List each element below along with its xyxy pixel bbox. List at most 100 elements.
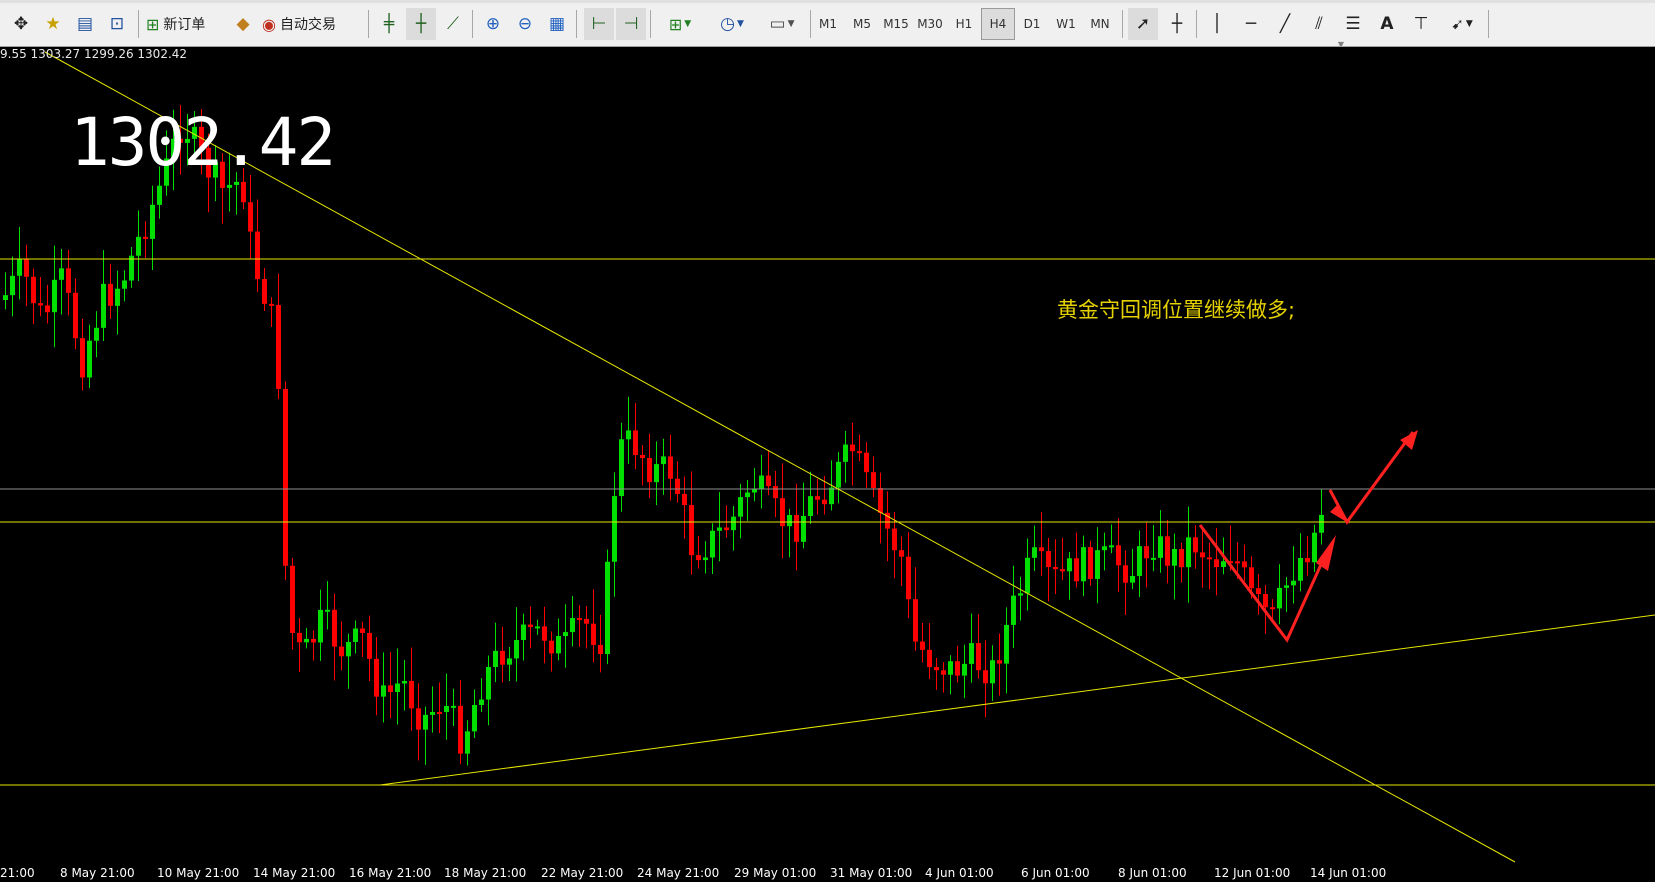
favorites-folder-icon[interactable]: ★ — [38, 8, 68, 40]
candle-body — [115, 288, 120, 306]
candle-body — [451, 705, 456, 708]
cursor-icon[interactable]: ➚ — [1128, 8, 1158, 40]
menu-strip — [0, 0, 1655, 3]
candle-body — [647, 458, 652, 483]
candle-body — [283, 388, 288, 566]
zoom-in-icon[interactable]: ⊕ — [478, 8, 508, 40]
text-icon[interactable]: A — [1372, 8, 1402, 40]
chart-shift-icon[interactable]: ⊣ — [616, 8, 646, 40]
crosshair-move-icon[interactable]: ✥ — [6, 8, 36, 40]
candle-body — [626, 430, 631, 440]
chart-annotation: 黄金守回调位置继续做多; — [1057, 298, 1296, 322]
candle-body — [1193, 537, 1198, 553]
candle-body — [1200, 552, 1205, 558]
zoom-out-icon[interactable]: ⊖ — [510, 8, 540, 40]
timeframe-m15[interactable]: M15 — [879, 8, 913, 40]
timeframe-h1[interactable]: H1 — [947, 8, 981, 40]
candle-body — [1165, 536, 1170, 566]
candle-body — [948, 661, 953, 675]
current-price: 1302.42 — [70, 104, 336, 181]
auto-trade-button[interactable]: ◉ 自动交易 — [262, 8, 340, 40]
candle-body — [332, 609, 337, 647]
candle-body — [101, 283, 106, 328]
candle-body — [857, 451, 862, 454]
time-axis-label: 4 Jun 01:00 — [925, 866, 994, 880]
candle-body — [682, 493, 687, 506]
candlestick-chart-icon[interactable]: ┼ — [406, 8, 436, 40]
candle-body — [24, 259, 29, 277]
candle-body — [423, 714, 428, 730]
trendline-icon[interactable]: ╱ — [1270, 8, 1300, 40]
separator — [1196, 10, 1197, 38]
candle-body — [66, 268, 71, 293]
new-order-icon: ⊞ — [146, 14, 160, 34]
candle-body — [1011, 595, 1016, 625]
candle-body — [143, 236, 148, 239]
candle-body — [10, 275, 15, 296]
templates-button[interactable]: ▭ ▼ — [762, 8, 802, 40]
candle-body — [1151, 557, 1156, 560]
candles — [3, 104, 1324, 766]
candle-body — [1046, 551, 1051, 567]
candle-body — [479, 699, 484, 705]
text-label-icon[interactable]: ⊤ — [1406, 8, 1436, 40]
tile-windows-icon[interactable]: ▦ — [542, 8, 572, 40]
arrows-button[interactable]: ➹ ▼ — [1442, 8, 1482, 40]
candle-body — [1004, 624, 1009, 664]
meta-editor-icon[interactable]: ◆ — [228, 8, 258, 40]
candle-body — [493, 650, 498, 668]
candle-body — [297, 632, 302, 643]
timeframe-m1[interactable]: M1 — [811, 8, 845, 40]
candle-body — [514, 640, 519, 659]
chevron-down-icon: ▼ — [1465, 19, 1473, 29]
new-order-label: 新订单 — [163, 17, 206, 33]
line-chart-icon[interactable]: ⟋ — [438, 8, 468, 40]
candle-body — [108, 283, 113, 306]
timeframe-h4[interactable]: H4 — [981, 8, 1015, 40]
candle-body — [1305, 558, 1310, 563]
candle-body — [927, 649, 932, 668]
candle-body — [248, 202, 253, 232]
candle-body — [1060, 569, 1065, 572]
candle-body — [528, 624, 533, 628]
data-window-icon[interactable]: ⊡ — [102, 8, 132, 40]
candle-body — [1137, 546, 1142, 576]
horizontal-line-icon[interactable]: ─ — [1236, 8, 1266, 40]
chevron-down-icon: ▼ — [736, 19, 744, 29]
separator — [576, 10, 577, 38]
candle-body — [388, 685, 393, 692]
candle-body — [549, 640, 554, 654]
candle-body — [633, 430, 638, 455]
vertical-line-icon[interactable]: │ — [1202, 8, 1232, 40]
candle-body — [983, 670, 988, 684]
candle-body — [122, 280, 127, 289]
equidistant-channel-icon[interactable]: ⫽ — [1304, 8, 1334, 40]
timeframe-m5[interactable]: M5 — [845, 8, 879, 40]
candle-body — [311, 638, 316, 643]
candle-body — [444, 705, 449, 713]
auto-scroll-icon[interactable]: ⊢ — [584, 8, 614, 40]
crosshair-icon[interactable]: ┼ — [1162, 8, 1192, 40]
timeframe-w1[interactable]: W1 — [1049, 8, 1083, 40]
candle-body — [577, 618, 582, 621]
indicators-button[interactable]: ⊞ ▼ — [660, 8, 700, 40]
candle-body — [1039, 547, 1044, 552]
candle-body — [346, 641, 351, 657]
fibonacci-icon[interactable]: ☰ — [1338, 8, 1368, 40]
bar-chart-icon[interactable]: ╪ — [374, 8, 404, 40]
candle-body — [822, 499, 827, 505]
time-axis-label: 10 May 21:00 — [157, 866, 240, 880]
new-order-button[interactable]: ⊞ 新订单 — [146, 8, 209, 40]
candle-body — [45, 305, 50, 313]
timeframe-mn[interactable]: MN — [1083, 8, 1117, 40]
candle-body — [269, 303, 274, 306]
timeframe-d1[interactable]: D1 — [1015, 8, 1049, 40]
time-axis-label: 29 May 01:00 — [734, 866, 817, 880]
candle-body — [1207, 557, 1212, 560]
time-axis-label: 14 May 21:00 — [253, 866, 336, 880]
candle-body — [59, 268, 64, 280]
periods-button[interactable]: ◷ ▼ — [712, 8, 752, 40]
candle-body — [1158, 536, 1163, 558]
market-watch-icon[interactable]: ▤ — [70, 8, 100, 40]
timeframe-m30[interactable]: M30 — [913, 8, 947, 40]
